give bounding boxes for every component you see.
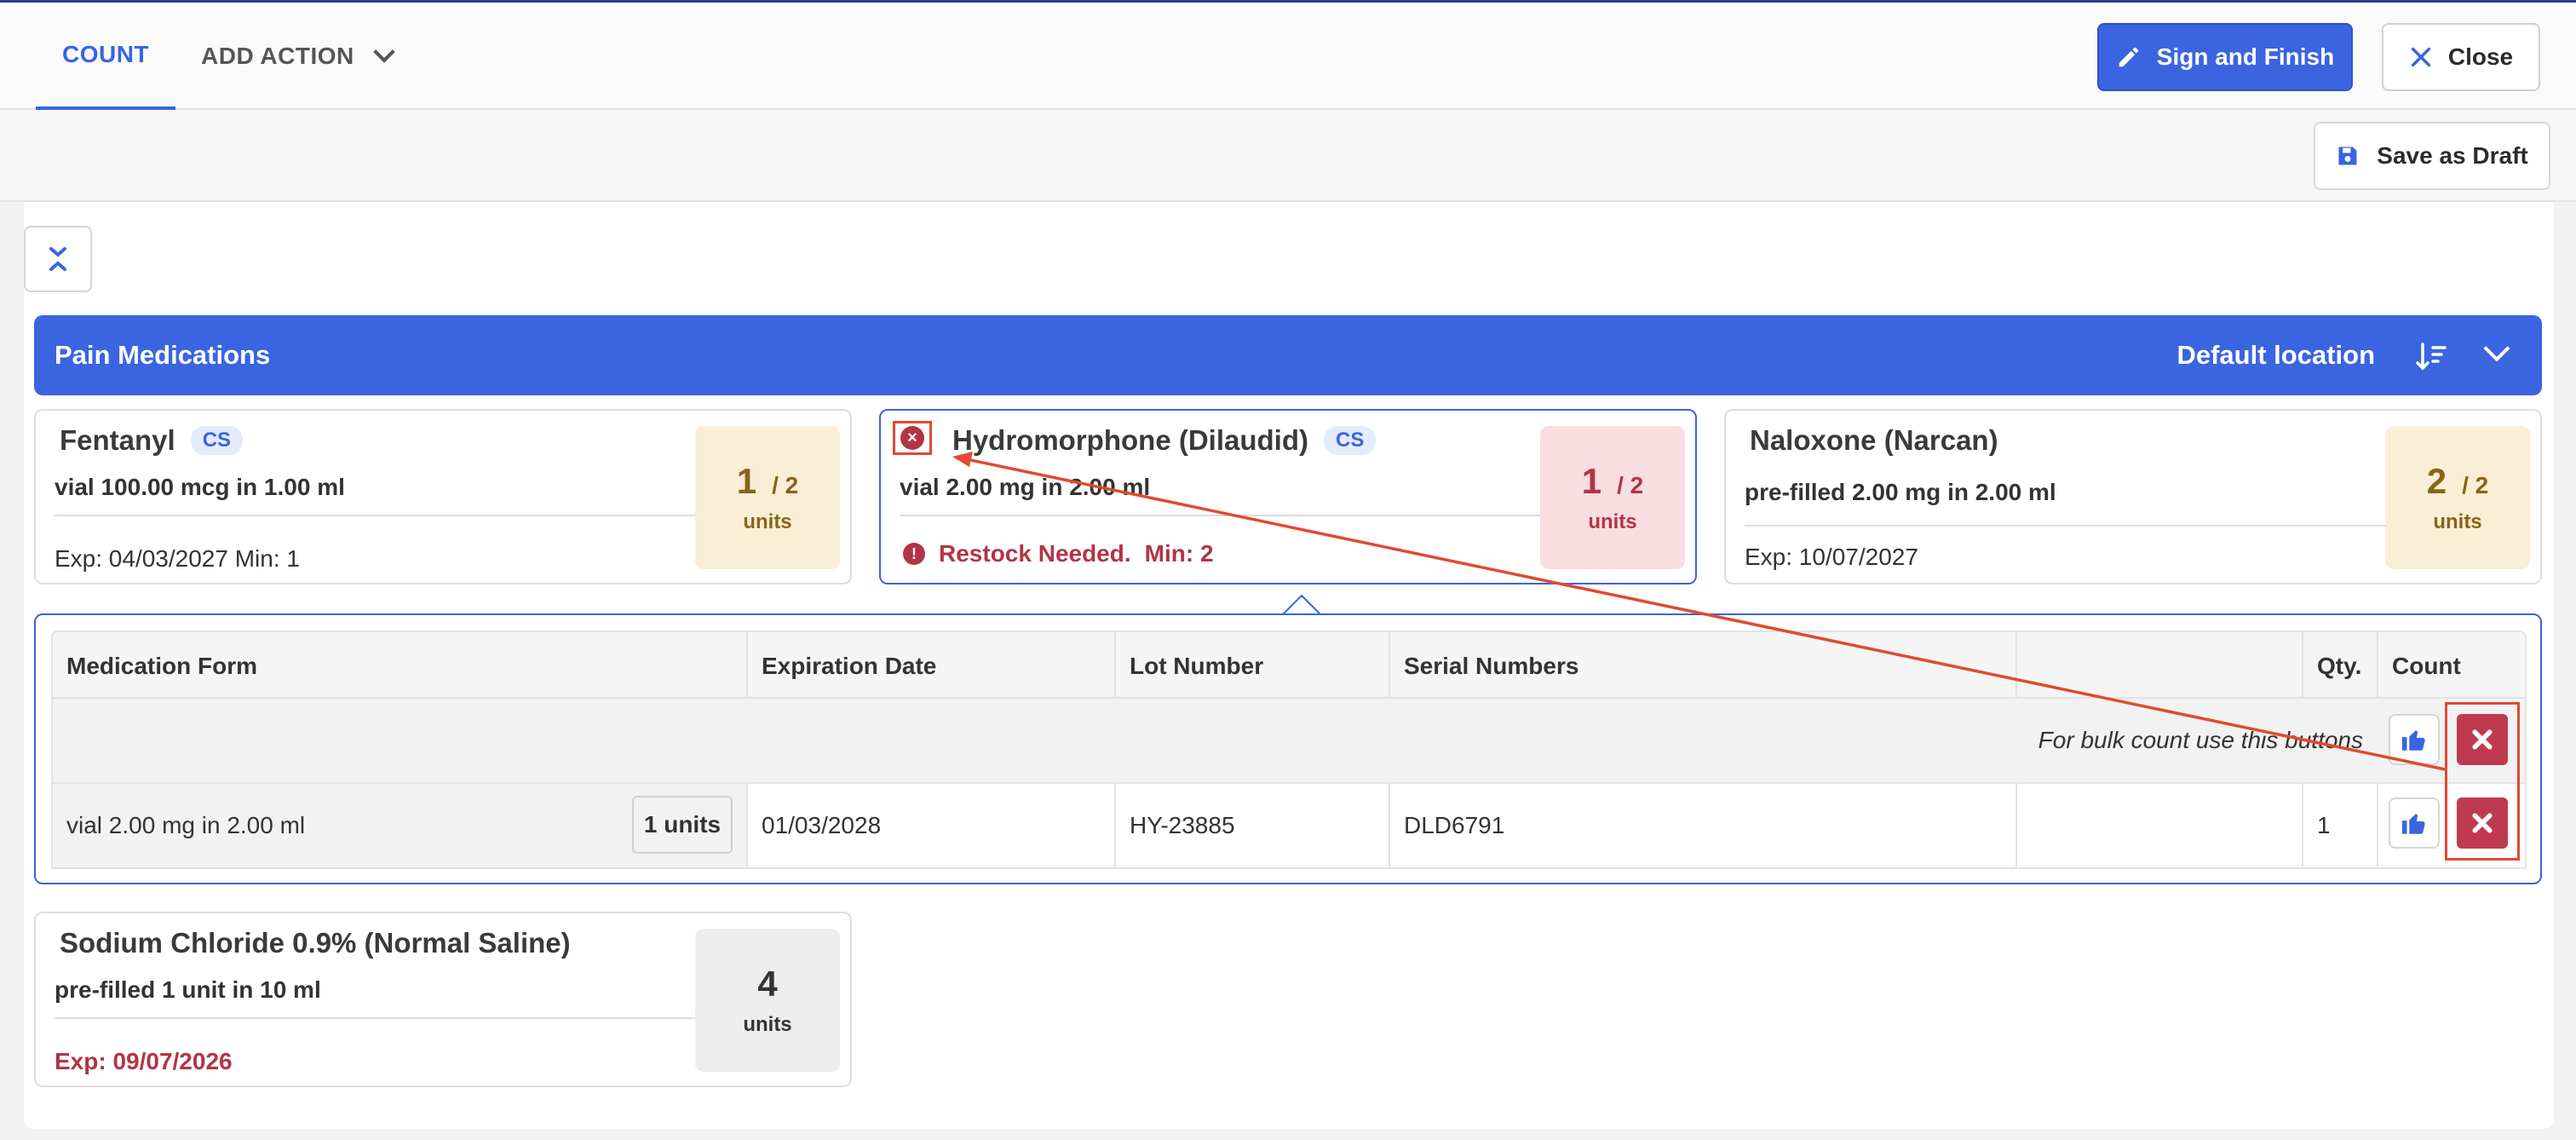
- chevron-down-icon: [373, 41, 395, 63]
- error-x-icon: ×: [900, 426, 924, 450]
- medication-detail-panel: Medication Form Expiration Date Lot Numb…: [34, 613, 2542, 884]
- med-card-naloxone[interactable]: Naloxone (Narcan) pre-filled 2.00 mg in …: [1724, 409, 2542, 584]
- count-value: 4: [757, 964, 778, 1004]
- controlled-substance-badge: CS: [190, 426, 244, 455]
- col-empty: [2017, 632, 2303, 700]
- location-label[interactable]: Default location: [2176, 315, 2375, 395]
- med-description: pre-filled 2.00 mg in 2.00 ml: [1745, 479, 2056, 505]
- med-name: Fentanyl CS: [60, 424, 244, 457]
- error-indicator: ×: [893, 421, 932, 455]
- tab-add-action[interactable]: ADD ACTION: [201, 3, 395, 110]
- count-total: / 2: [2462, 472, 2489, 498]
- count-units: units: [743, 510, 792, 533]
- card-divider: [55, 515, 695, 516]
- med-description: pre-filled 1 unit in 10 ml: [55, 976, 321, 1003]
- cell-medication-form: vial 2.00 mg in 2.00 ml 1 units: [53, 784, 748, 867]
- med-card-hydromorphone[interactable]: × Hydromorphone (Dilaudid) CS vial 2.00 …: [879, 409, 1697, 584]
- save-as-draft-label: Save as Draft: [2377, 142, 2528, 169]
- annotation-highlight-box: [2445, 702, 2520, 861]
- pen-icon: [2119, 47, 2139, 67]
- thumbs-up-icon: [2401, 814, 2425, 834]
- count-indicator: 4 units: [695, 929, 840, 1072]
- med-expiration: Exp: 10/07/2027: [1745, 544, 1918, 570]
- count-value: 1: [1581, 461, 1602, 501]
- med-name: Hydromorphone (Dilaudid) CS: [952, 424, 1377, 457]
- col-count: Count: [2392, 653, 2461, 679]
- count-indicator: 1 / 2 units: [1540, 426, 1685, 569]
- table-row: vial 2.00 mg in 2.00 ml 1 units 01/03/20…: [51, 782, 2527, 869]
- med-description: vial 100.00 mcg in 1.00 ml: [55, 474, 345, 500]
- med-name-text: Hydromorphone (Dilaudid): [952, 424, 1308, 456]
- sign-and-finish-label: Sign and Finish: [2156, 43, 2335, 70]
- bulk-count-row: For bulk count use this buttons: [51, 699, 2527, 782]
- alert-icon: !: [903, 543, 925, 565]
- count-total: / 2: [1617, 472, 1644, 498]
- units-chip: 1 units: [632, 796, 733, 854]
- tab-add-action-label: ADD ACTION: [201, 43, 354, 69]
- controlled-substance-badge: CS: [1323, 426, 1377, 455]
- section-title: Pain Medications: [55, 340, 271, 370]
- count-value: 1: [736, 461, 757, 501]
- col-lot-number: Lot Number: [1116, 632, 1390, 700]
- med-name: Sodium Chloride 0.9% (Normal Saline): [60, 927, 571, 959]
- medication-form-text: vial 2.00 mg in 2.00 ml: [66, 812, 306, 838]
- cell-qty: 1: [2303, 784, 2378, 867]
- cell-empty: [2017, 784, 2303, 867]
- med-name-text: Fentanyl: [60, 424, 175, 456]
- count-units: units: [743, 1013, 792, 1036]
- restock-text: Restock Needed.: [939, 540, 1131, 567]
- card-divider: [1745, 525, 2385, 527]
- close-icon: [2411, 47, 2430, 67]
- count-indicator: 1 / 2 units: [695, 426, 840, 569]
- close-button[interactable]: Close: [2382, 23, 2540, 91]
- section-header-pain-medications[interactable]: Pain Medications Default location: [34, 315, 2542, 395]
- count-value: 2: [2426, 461, 2447, 501]
- card-divider: [900, 515, 1540, 516]
- restock-min: Min: 2: [1144, 540, 1214, 567]
- tab-count[interactable]: COUNT: [36, 3, 175, 110]
- cell-expiration-date: 01/03/2028: [748, 784, 1116, 867]
- selected-card-pointer: [1283, 595, 1320, 615]
- count-units: units: [1588, 510, 1637, 533]
- med-name-text: Sodium Chloride 0.9% (Normal Saline): [60, 927, 571, 959]
- count-total: / 2: [772, 472, 799, 498]
- col-medication-form: Medication Form: [53, 632, 748, 700]
- collapse-all-button[interactable]: [24, 226, 92, 292]
- count-units: units: [2433, 510, 2482, 533]
- med-expiration: Exp: 09/07/2026: [55, 1048, 233, 1074]
- med-description: vial 2.00 mg in 2.00 ml: [900, 474, 1151, 500]
- bulk-count-hint: For bulk count use this buttons: [2038, 727, 2363, 753]
- med-card-sodium-chloride[interactable]: Sodium Chloride 0.9% (Normal Saline) pre…: [34, 912, 852, 1087]
- count-indicator: 2 / 2 units: [2385, 426, 2530, 569]
- cell-serial-numbers: DLD6791: [1390, 784, 2017, 867]
- col-serial-numbers: Serial Numbers: [1390, 632, 2017, 700]
- collapse-chevrons-icon: [49, 247, 66, 271]
- col-qty: Qty.: [2303, 632, 2378, 700]
- col-expiration-date: Expiration Date: [748, 632, 1116, 700]
- sign-and-finish-button[interactable]: Sign and Finish: [2097, 23, 2353, 91]
- table-header: Medication Form Expiration Date Lot Numb…: [51, 630, 2527, 700]
- sub-toolbar: Save as Draft: [0, 110, 2576, 202]
- thumbs-up-icon: [2401, 730, 2425, 751]
- top-header: COUNT ADD ACTION Sign and Finish Close: [0, 3, 2576, 110]
- cell-lot-number: HY-23885: [1116, 784, 1390, 867]
- restock-warning: ! Restock Needed. Min: 2: [903, 540, 1214, 567]
- med-expiration: Exp: 04/03/2027 Min: 1: [55, 545, 300, 572]
- med-name: Naloxone (Narcan): [1750, 424, 1998, 457]
- floppy-disk-icon: [2338, 147, 2357, 165]
- card-divider: [55, 1017, 695, 1019]
- save-as-draft-button[interactable]: Save as Draft: [2314, 122, 2550, 190]
- section-chevron-down-icon[interactable]: [2483, 335, 2510, 362]
- close-label: Close: [2447, 43, 2514, 70]
- bulk-count-confirm-button[interactable]: [2389, 714, 2440, 765]
- med-name-text: Naloxone (Narcan): [1750, 424, 1998, 456]
- sort-descending-icon[interactable]: [2414, 341, 2448, 371]
- row-count-confirm-button[interactable]: [2389, 797, 2440, 849]
- med-card-fentanyl[interactable]: Fentanyl CS vial 100.00 mcg in 1.00 ml E…: [34, 409, 852, 584]
